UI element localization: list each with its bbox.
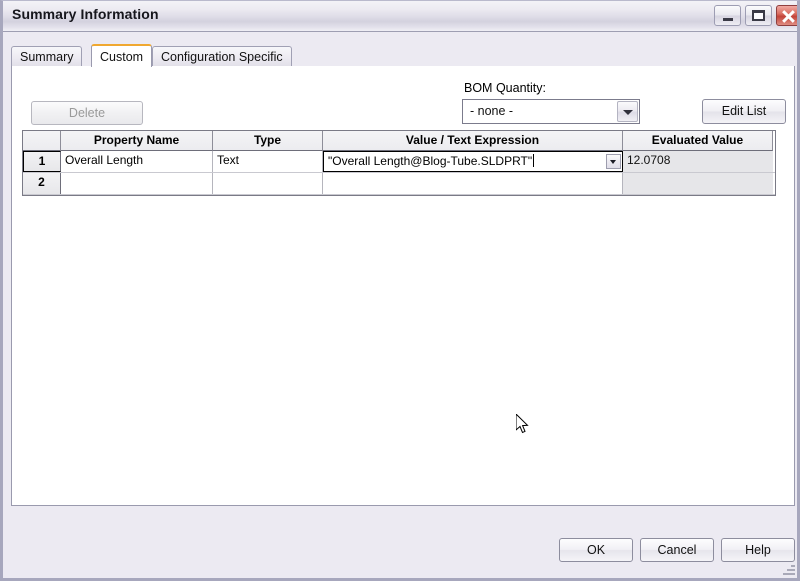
summary-information-dialog: Summary Information Summary Custom Confi… [0,0,800,581]
cell-value-text-expression[interactable]: "Overall Length@Blog-Tube.SLDPRT" [323,151,623,172]
minimize-button[interactable] [714,5,741,26]
row-number: 2 [23,173,61,194]
cell-type[interactable]: Text [213,151,323,172]
title-bar[interactable]: Summary Information [3,1,797,32]
edit-list-button[interactable]: Edit List [702,99,786,124]
cell-value-text: "Overall Length@Blog-Tube.SLDPRT" [328,154,532,168]
bom-quantity-label: BOM Quantity: [464,81,546,95]
bom-quantity-select[interactable]: - none - [462,99,640,124]
grid-header-row: Property Name Type Value / Text Expressi… [23,131,775,151]
maximize-button[interactable] [745,5,772,26]
help-button-label: Help [745,543,771,557]
cell-evaluated-value [623,173,773,194]
cell-chevron-down-icon[interactable] [606,154,621,169]
tab-summary-label: Summary [20,50,73,64]
grid-header-type[interactable]: Type [213,131,323,151]
ok-button[interactable]: OK [559,538,633,562]
bom-quantity-value: - none - [470,104,513,118]
ok-button-label: OK [587,543,605,557]
row-number: 1 [23,151,61,172]
close-icon [777,6,800,25]
tab-configuration-specific[interactable]: Configuration Specific [152,46,292,66]
cell-type[interactable] [213,173,323,194]
grid-header-property-name[interactable]: Property Name [61,131,213,151]
table-row[interactable]: 2 [23,173,775,195]
cell-property-name[interactable] [61,173,213,194]
custom-properties-panel: Delete BOM Quantity: - none - Edit List … [11,66,795,506]
tab-summary[interactable]: Summary [11,46,82,66]
delete-button-label: Delete [69,106,105,120]
cancel-button-label: Cancel [658,543,697,557]
chevron-down-icon[interactable] [617,101,638,122]
maximize-icon [752,10,765,21]
tab-custom-label: Custom [100,50,143,64]
close-button[interactable] [776,5,800,26]
cancel-button[interactable]: Cancel [640,538,714,562]
delete-button[interactable]: Delete [31,101,143,125]
window-title: Summary Information [12,6,159,22]
edit-list-button-label: Edit List [722,104,766,118]
text-caret [533,154,534,167]
tab-configuration-specific-label: Configuration Specific [161,50,283,64]
grid-header-evaluated-value[interactable]: Evaluated Value [623,131,773,151]
cell-evaluated-value: 12.0708 [623,151,773,172]
cell-value-text-expression[interactable] [323,173,623,194]
resize-grip[interactable] [781,562,795,576]
help-button[interactable]: Help [721,538,795,562]
grid-header-rownum [23,131,61,151]
cell-property-name[interactable]: Overall Length [61,151,213,172]
tab-custom[interactable]: Custom [91,44,152,67]
minimize-icon [723,18,733,21]
grid-header-value-text-expression[interactable]: Value / Text Expression [323,131,623,151]
custom-properties-grid: Property Name Type Value / Text Expressi… [22,130,776,196]
table-row[interactable]: 1 Overall Length Text "Overall Length@Bl… [23,151,775,173]
